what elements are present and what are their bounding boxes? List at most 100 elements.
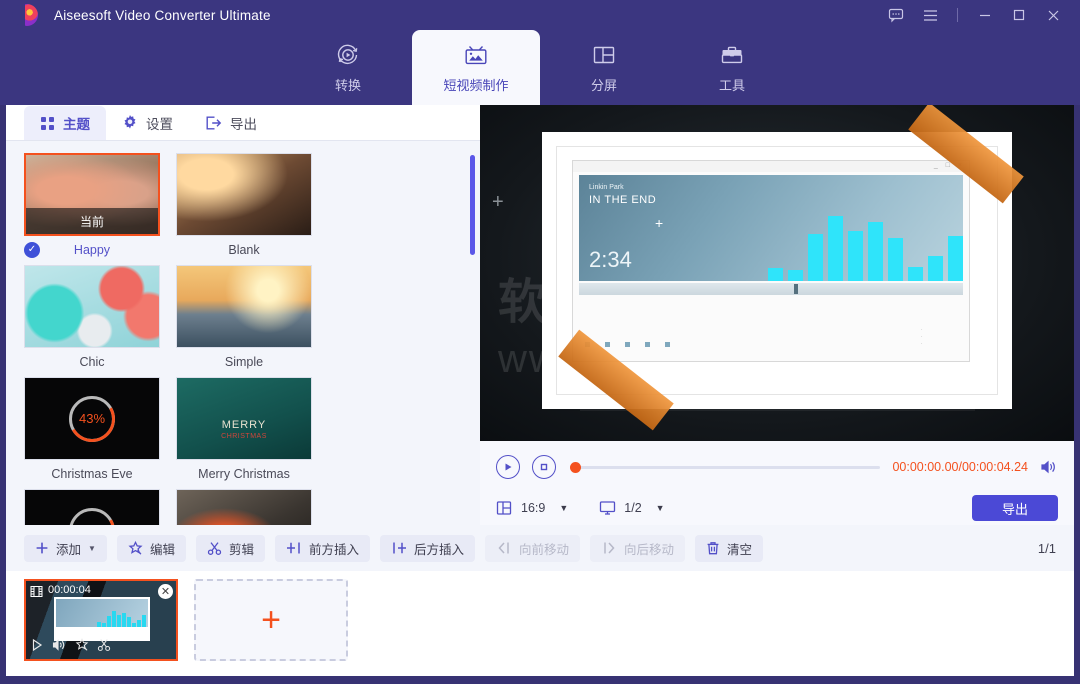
photo-frame: _ □ × Linkin Park IN THE END + 2:34 . . …	[542, 105, 1024, 431]
theme-item[interactable]: 43% Christmas Eve	[24, 377, 160, 483]
grid-icon	[40, 116, 55, 131]
tab-theme[interactable]: 主题	[24, 106, 106, 140]
theme-scrollbar[interactable]	[470, 155, 475, 523]
theme-panel: 主题 设置 导出 当前 ✓ Happy Blank Chic Simple 43…	[6, 105, 480, 525]
theme-item[interactable]: Simple	[176, 265, 312, 371]
seek-handle[interactable]	[570, 461, 581, 473]
xmas-line1: MERRY	[221, 419, 267, 432]
tab-label: 主题	[63, 117, 90, 132]
theme-item[interactable]: Chic	[24, 265, 160, 371]
video-track: IN THE END	[589, 194, 657, 206]
move-backward-button[interactable]: 向前移动	[485, 534, 581, 562]
nav-tab-convert[interactable]: 转换	[284, 30, 412, 105]
theme-label: Blank	[228, 243, 260, 257]
button-label: 清空	[727, 542, 753, 557]
app-logo	[12, 2, 40, 28]
xmas-text: MERRY CHRISTMAS	[221, 420, 267, 442]
add-button[interactable]: 添加 ▼	[24, 534, 107, 562]
move-backward-icon	[496, 541, 512, 555]
theme-thumbnail	[24, 265, 160, 348]
theme-thumbnail: 当前	[24, 153, 160, 236]
theme-thumbnail: MERRY CHRISTMAS	[176, 377, 312, 460]
theme-label: Merry Christmas	[198, 467, 290, 481]
video-art: Linkin Park IN THE END + 2:34	[579, 175, 963, 281]
split-value: 1/2	[624, 501, 642, 515]
button-label: 后方插入	[413, 542, 464, 557]
nav-tab-label: 工具	[718, 77, 745, 93]
theme-item[interactable]: MERRY CHRISTMAS Merry Christmas	[176, 377, 312, 483]
play-icon[interactable]	[30, 638, 44, 657]
main-body: 主题 设置 导出 当前 ✓ Happy Blank Chic Simple 43…	[6, 105, 1074, 676]
panel-tabs: 主题 设置 导出	[6, 105, 480, 141]
application-window: Aiseesoft Video Converter Ultimate 转换 短视…	[0, 0, 1080, 684]
seek-bar[interactable]	[570, 460, 881, 474]
insert-before-button[interactable]: 前方插入	[274, 534, 370, 562]
check-icon: ✓	[24, 242, 40, 258]
scrollbar-thumb[interactable]	[470, 155, 475, 255]
feedback-icon[interactable]	[881, 1, 911, 29]
chevron-down-icon[interactable]: ▼	[88, 544, 96, 553]
close-icon[interactable]	[1038, 1, 1068, 29]
clip-remove-button[interactable]: ✕	[158, 584, 173, 599]
trim-button[interactable]: 剪辑	[195, 534, 265, 562]
nav-tab-toolbox[interactable]: 工具	[668, 30, 796, 105]
app-title: Aiseesoft Video Converter Ultimate	[54, 7, 271, 23]
film-icon	[30, 585, 43, 603]
storyboard: 00:00:04 ✕ +	[6, 571, 1074, 676]
chevron-down-icon[interactable]: ▼	[559, 503, 568, 513]
theme-item[interactable]: Blank	[176, 153, 312, 259]
scissors-icon[interactable]	[97, 638, 111, 657]
aspect-ratio-control[interactable]: 16:9 ▼	[496, 500, 568, 516]
menu-icon[interactable]	[915, 1, 945, 29]
main-nav: 转换 短视频制作 分屏 工具	[0, 30, 1080, 105]
volume-icon[interactable]	[1040, 459, 1058, 475]
move-forward-icon	[601, 541, 617, 555]
tab-export[interactable]: 导出	[189, 106, 273, 140]
button-label: 前方插入	[308, 542, 359, 557]
theme-thumbnail	[176, 153, 312, 236]
time-display: 00:00:00.00/00:00:04.24	[892, 460, 1028, 474]
nav-tab-mv[interactable]: 短视频制作	[412, 30, 540, 105]
xmas-line2: CHRISTMAS	[221, 433, 267, 441]
export-button[interactable]: 导出	[972, 495, 1058, 521]
nav-tab-label: 转换	[334, 77, 361, 93]
scissors-icon	[207, 541, 222, 556]
current-badge: 当前	[26, 208, 158, 234]
stop-button[interactable]	[532, 455, 556, 479]
play-button[interactable]	[496, 455, 520, 479]
preview-panel: + 软件社区 www.i3zh.com _ □ × Linkin Park IN…	[480, 105, 1074, 571]
button-label: 剪辑	[228, 542, 254, 557]
nav-tab-collage[interactable]: 分屏	[540, 30, 668, 105]
button-label: 向前移动	[519, 542, 570, 557]
theme-item[interactable]: 55% Santa Claus	[24, 489, 160, 525]
volume-icon[interactable]	[52, 638, 67, 657]
edit-button[interactable]: 编辑	[116, 534, 186, 562]
theme-grid[interactable]: 当前 ✓ Happy Blank Chic Simple 43% Christm…	[6, 141, 480, 525]
maximize-icon[interactable]	[1004, 1, 1034, 29]
theme-label-wrap: ✓ Happy	[24, 241, 160, 259]
theme-item[interactable]: 当前 ✓ Happy	[24, 153, 160, 259]
clear-button[interactable]: 清空	[695, 534, 764, 562]
minimize-icon[interactable]	[970, 1, 1000, 29]
theme-item[interactable]: Modern Life	[176, 489, 312, 525]
theme-label: Chic	[79, 355, 105, 369]
inner-seek-bar	[579, 283, 963, 295]
chevron-down-icon[interactable]: ▼	[656, 503, 665, 513]
split-control[interactable]: 1/2 ▼	[599, 500, 665, 516]
clip-item[interactable]: 00:00:04 ✕	[24, 579, 178, 661]
preview-stage[interactable]: + 软件社区 www.i3zh.com _ □ × Linkin Park IN…	[480, 105, 1074, 441]
move-forward-button[interactable]: 向后移动	[590, 534, 686, 562]
screen-icon	[599, 500, 616, 516]
clip-duration: 00:00:04	[48, 584, 91, 596]
aspect-ratio-value: 16:9	[521, 501, 546, 515]
gear-icon	[122, 115, 138, 131]
tab-settings[interactable]: 设置	[106, 106, 189, 140]
button-label: 向后移动	[624, 542, 675, 557]
magic-wand-icon[interactable]	[75, 638, 89, 657]
insert-after-button[interactable]: 后方插入	[379, 534, 475, 562]
theme-thumbnail: 55%	[24, 489, 160, 525]
plus-icon	[35, 541, 49, 555]
add-clip-slot[interactable]: +	[194, 579, 348, 661]
tab-label: 设置	[146, 117, 173, 132]
collage-icon	[591, 42, 617, 68]
